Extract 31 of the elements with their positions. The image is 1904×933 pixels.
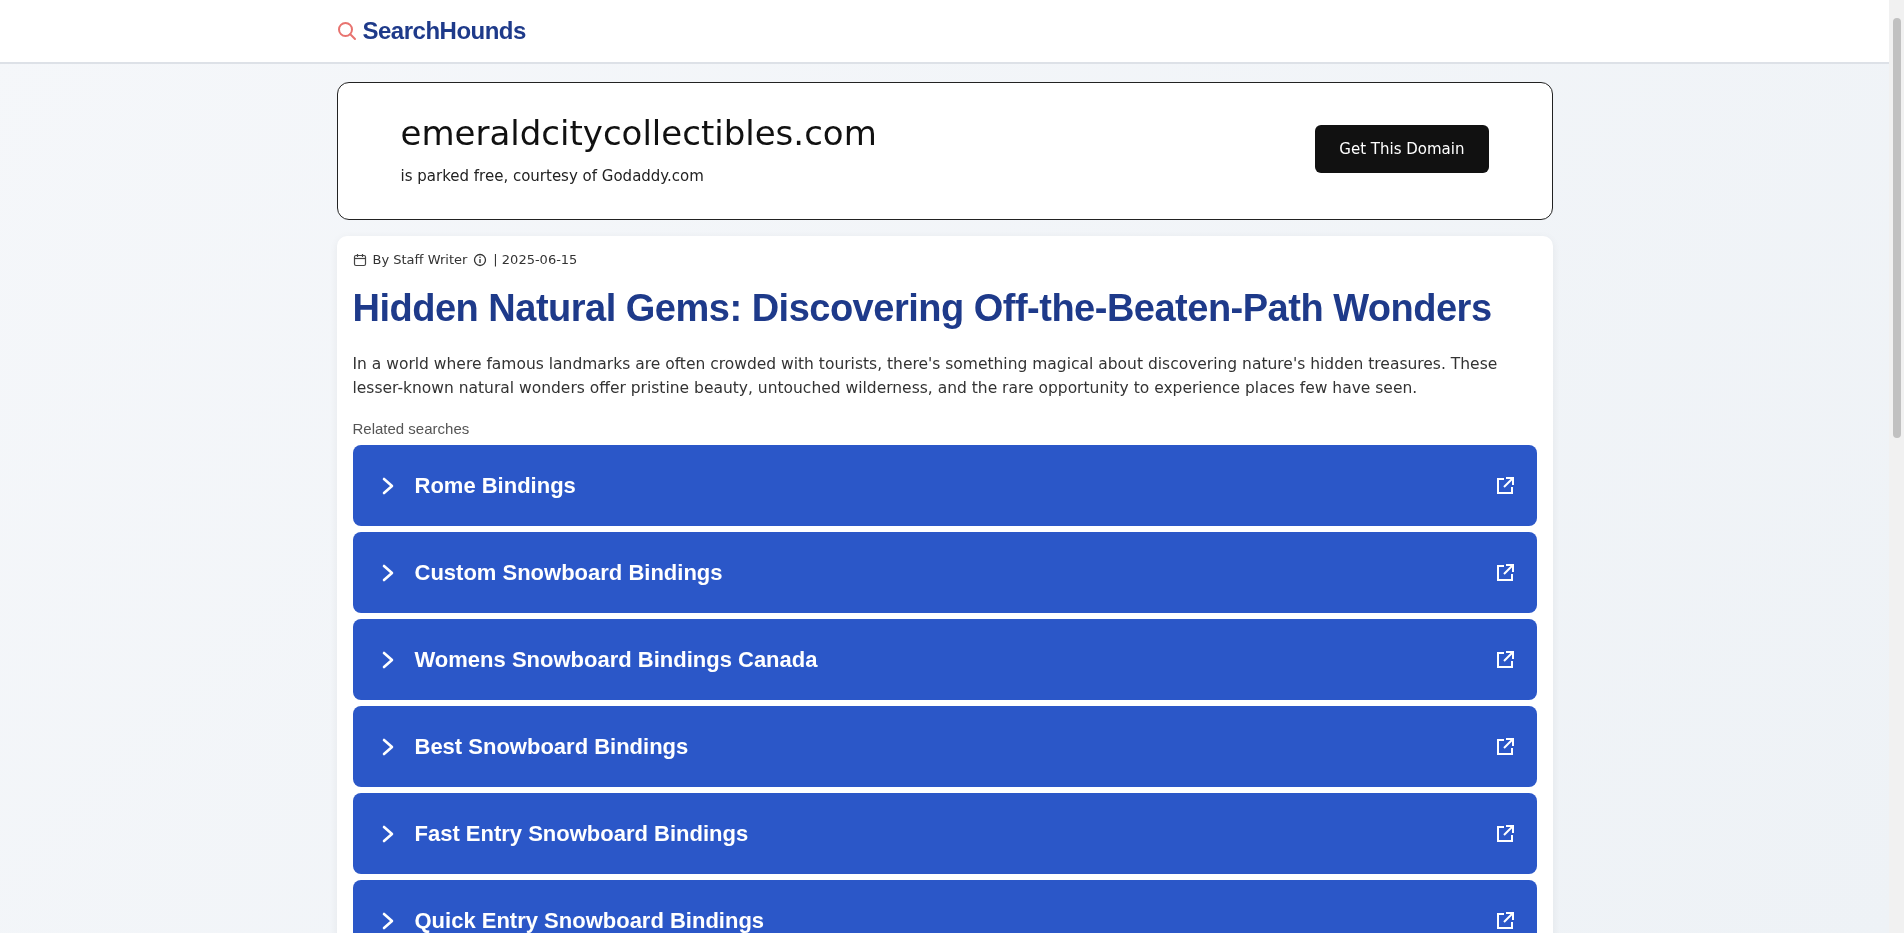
external-link-icon (1494, 475, 1515, 496)
publish-date: | 2025-06-15 (493, 252, 578, 267)
external-link-icon (1494, 649, 1515, 670)
related-search-link[interactable]: Custom Snowboard Bindings (352, 532, 1537, 613)
get-domain-button[interactable]: Get This Domain (1315, 125, 1489, 173)
related-search-link[interactable]: Quick Entry Snowboard Bindings (352, 880, 1537, 933)
external-link-icon (1494, 736, 1515, 757)
related-search-link[interactable]: Best Snowboard Bindings (352, 706, 1537, 787)
info-icon[interactable] (473, 252, 488, 267)
related-search-link[interactable]: Fast Entry Snowboard Bindings (352, 793, 1537, 874)
chevron-right-icon (380, 562, 395, 583)
chevron-right-icon (380, 910, 395, 931)
parked-notice: is parked free, courtesy of Godaddy.com (400, 167, 705, 185)
related-search-link[interactable]: Rome Bindings (352, 445, 1537, 526)
search-icon (336, 21, 357, 41)
related-searches-label: Related searches (352, 420, 471, 437)
domain-name: emeraldcitycollectibles.com (400, 113, 877, 153)
related-search-link[interactable]: Womens Snowboard Bindings Canada (352, 619, 1537, 700)
chevron-right-icon (380, 823, 395, 844)
byline: By Staff Writer (372, 252, 468, 267)
external-link-icon (1494, 562, 1515, 583)
external-link-icon (1494, 910, 1515, 931)
scrollbar[interactable] (1889, 0, 1904, 933)
chevron-right-icon (380, 475, 395, 496)
calendar-icon (352, 252, 367, 267)
article-title: Hidden Natural Gems: Discovering Off-the-Beaten-Path Wonders (352, 287, 1493, 330)
chevron-right-icon (380, 649, 395, 670)
chevron-right-icon (380, 736, 395, 757)
article-intro: In a world where famous landmarks are often crowded with tourists, there's something magical about discovering nature's hidden treasures. These lesser-known natural wonders offer pristine beauty, untouched wilderness, and the rare opportunity to experience places few have seen. (352, 354, 1499, 399)
site-logo[interactable]: SearchHounds (362, 17, 526, 45)
external-link-icon (1494, 823, 1515, 844)
